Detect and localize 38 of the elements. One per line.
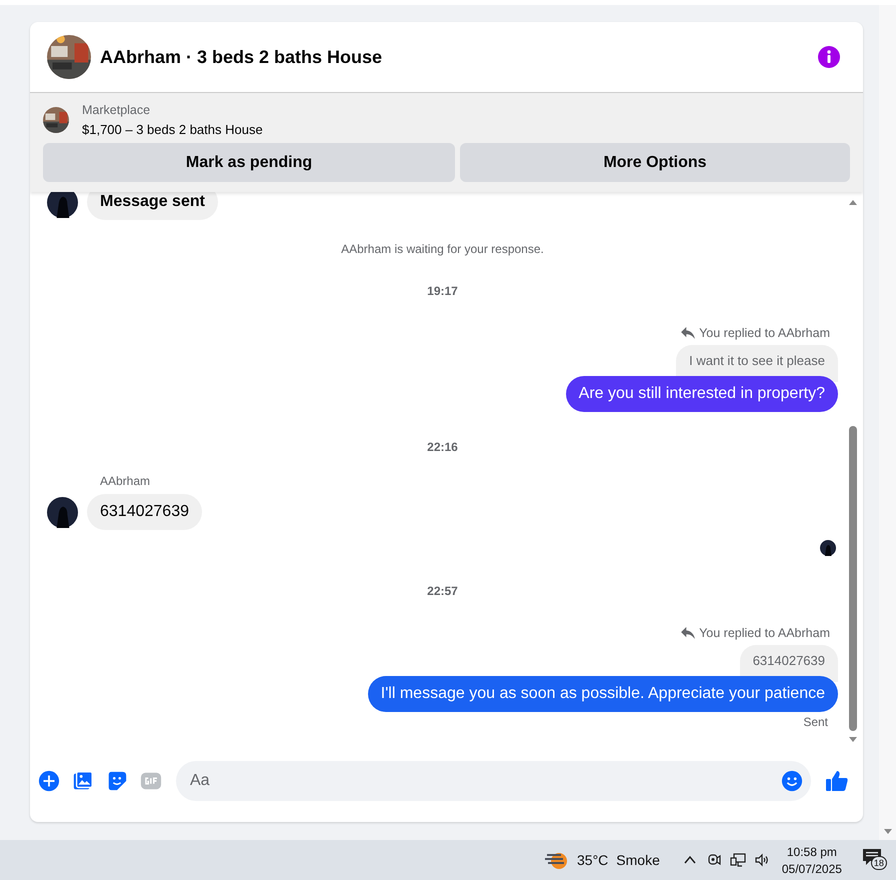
avatar-icon xyxy=(47,496,78,528)
add-icon[interactable] xyxy=(38,770,60,792)
timestamp: 19:17 xyxy=(426,284,459,298)
listing-source: Marketplace xyxy=(82,103,152,117)
sticker-icon[interactable] xyxy=(106,770,128,792)
seen-avatar-icon xyxy=(820,540,836,556)
listing-action-button[interactable]: More Options xyxy=(460,143,850,182)
listing-title: $1,700 – 3 beds 2 baths House xyxy=(82,122,263,137)
message-bubble: I'll message you as soon as possible. Appreciate your patience xyxy=(368,676,838,712)
message-bubble: 6314027639 xyxy=(87,494,202,530)
message-bubble: Message sent xyxy=(87,192,218,220)
reply-icon xyxy=(681,627,696,639)
timestamp: 22:16 xyxy=(426,440,459,454)
listing-action-button[interactable]: Mark as pending xyxy=(43,143,455,182)
image-icon[interactable] xyxy=(72,770,94,792)
weather-condition[interactable]: Smoke xyxy=(616,852,660,868)
network-icon[interactable] xyxy=(730,852,746,868)
message-status: Sent xyxy=(803,715,828,729)
system-notice: AAbrham is waiting for your response. xyxy=(340,242,545,256)
clock-time[interactable]: 10:58 pm xyxy=(786,844,837,858)
reply-icon xyxy=(681,327,696,339)
notification-count: 18 xyxy=(870,856,887,870)
info-icon[interactable] xyxy=(817,45,841,69)
temperature[interactable]: 35°C xyxy=(577,852,608,868)
reply-note: You replied to AAbrham xyxy=(699,626,830,640)
weather-icon xyxy=(545,850,569,870)
clock-date[interactable]: 05/07/2025 xyxy=(782,862,842,876)
sender-name: AAbrham xyxy=(100,474,152,488)
message-bubble: Are you still interested in property? xyxy=(566,376,838,412)
thumbs-up-icon[interactable] xyxy=(825,769,849,793)
timestamp: 22:57 xyxy=(426,584,459,598)
avatar-icon xyxy=(47,192,78,218)
emoji-icon[interactable] xyxy=(781,770,803,792)
speaker-icon[interactable] xyxy=(754,852,770,868)
chat-title: AAbrham · 3 beds 2 baths House xyxy=(100,46,384,68)
camera-icon[interactable] xyxy=(706,852,722,868)
reply-note: You replied to AAbrham xyxy=(699,326,830,340)
message-input[interactable]: Aa xyxy=(176,761,811,801)
